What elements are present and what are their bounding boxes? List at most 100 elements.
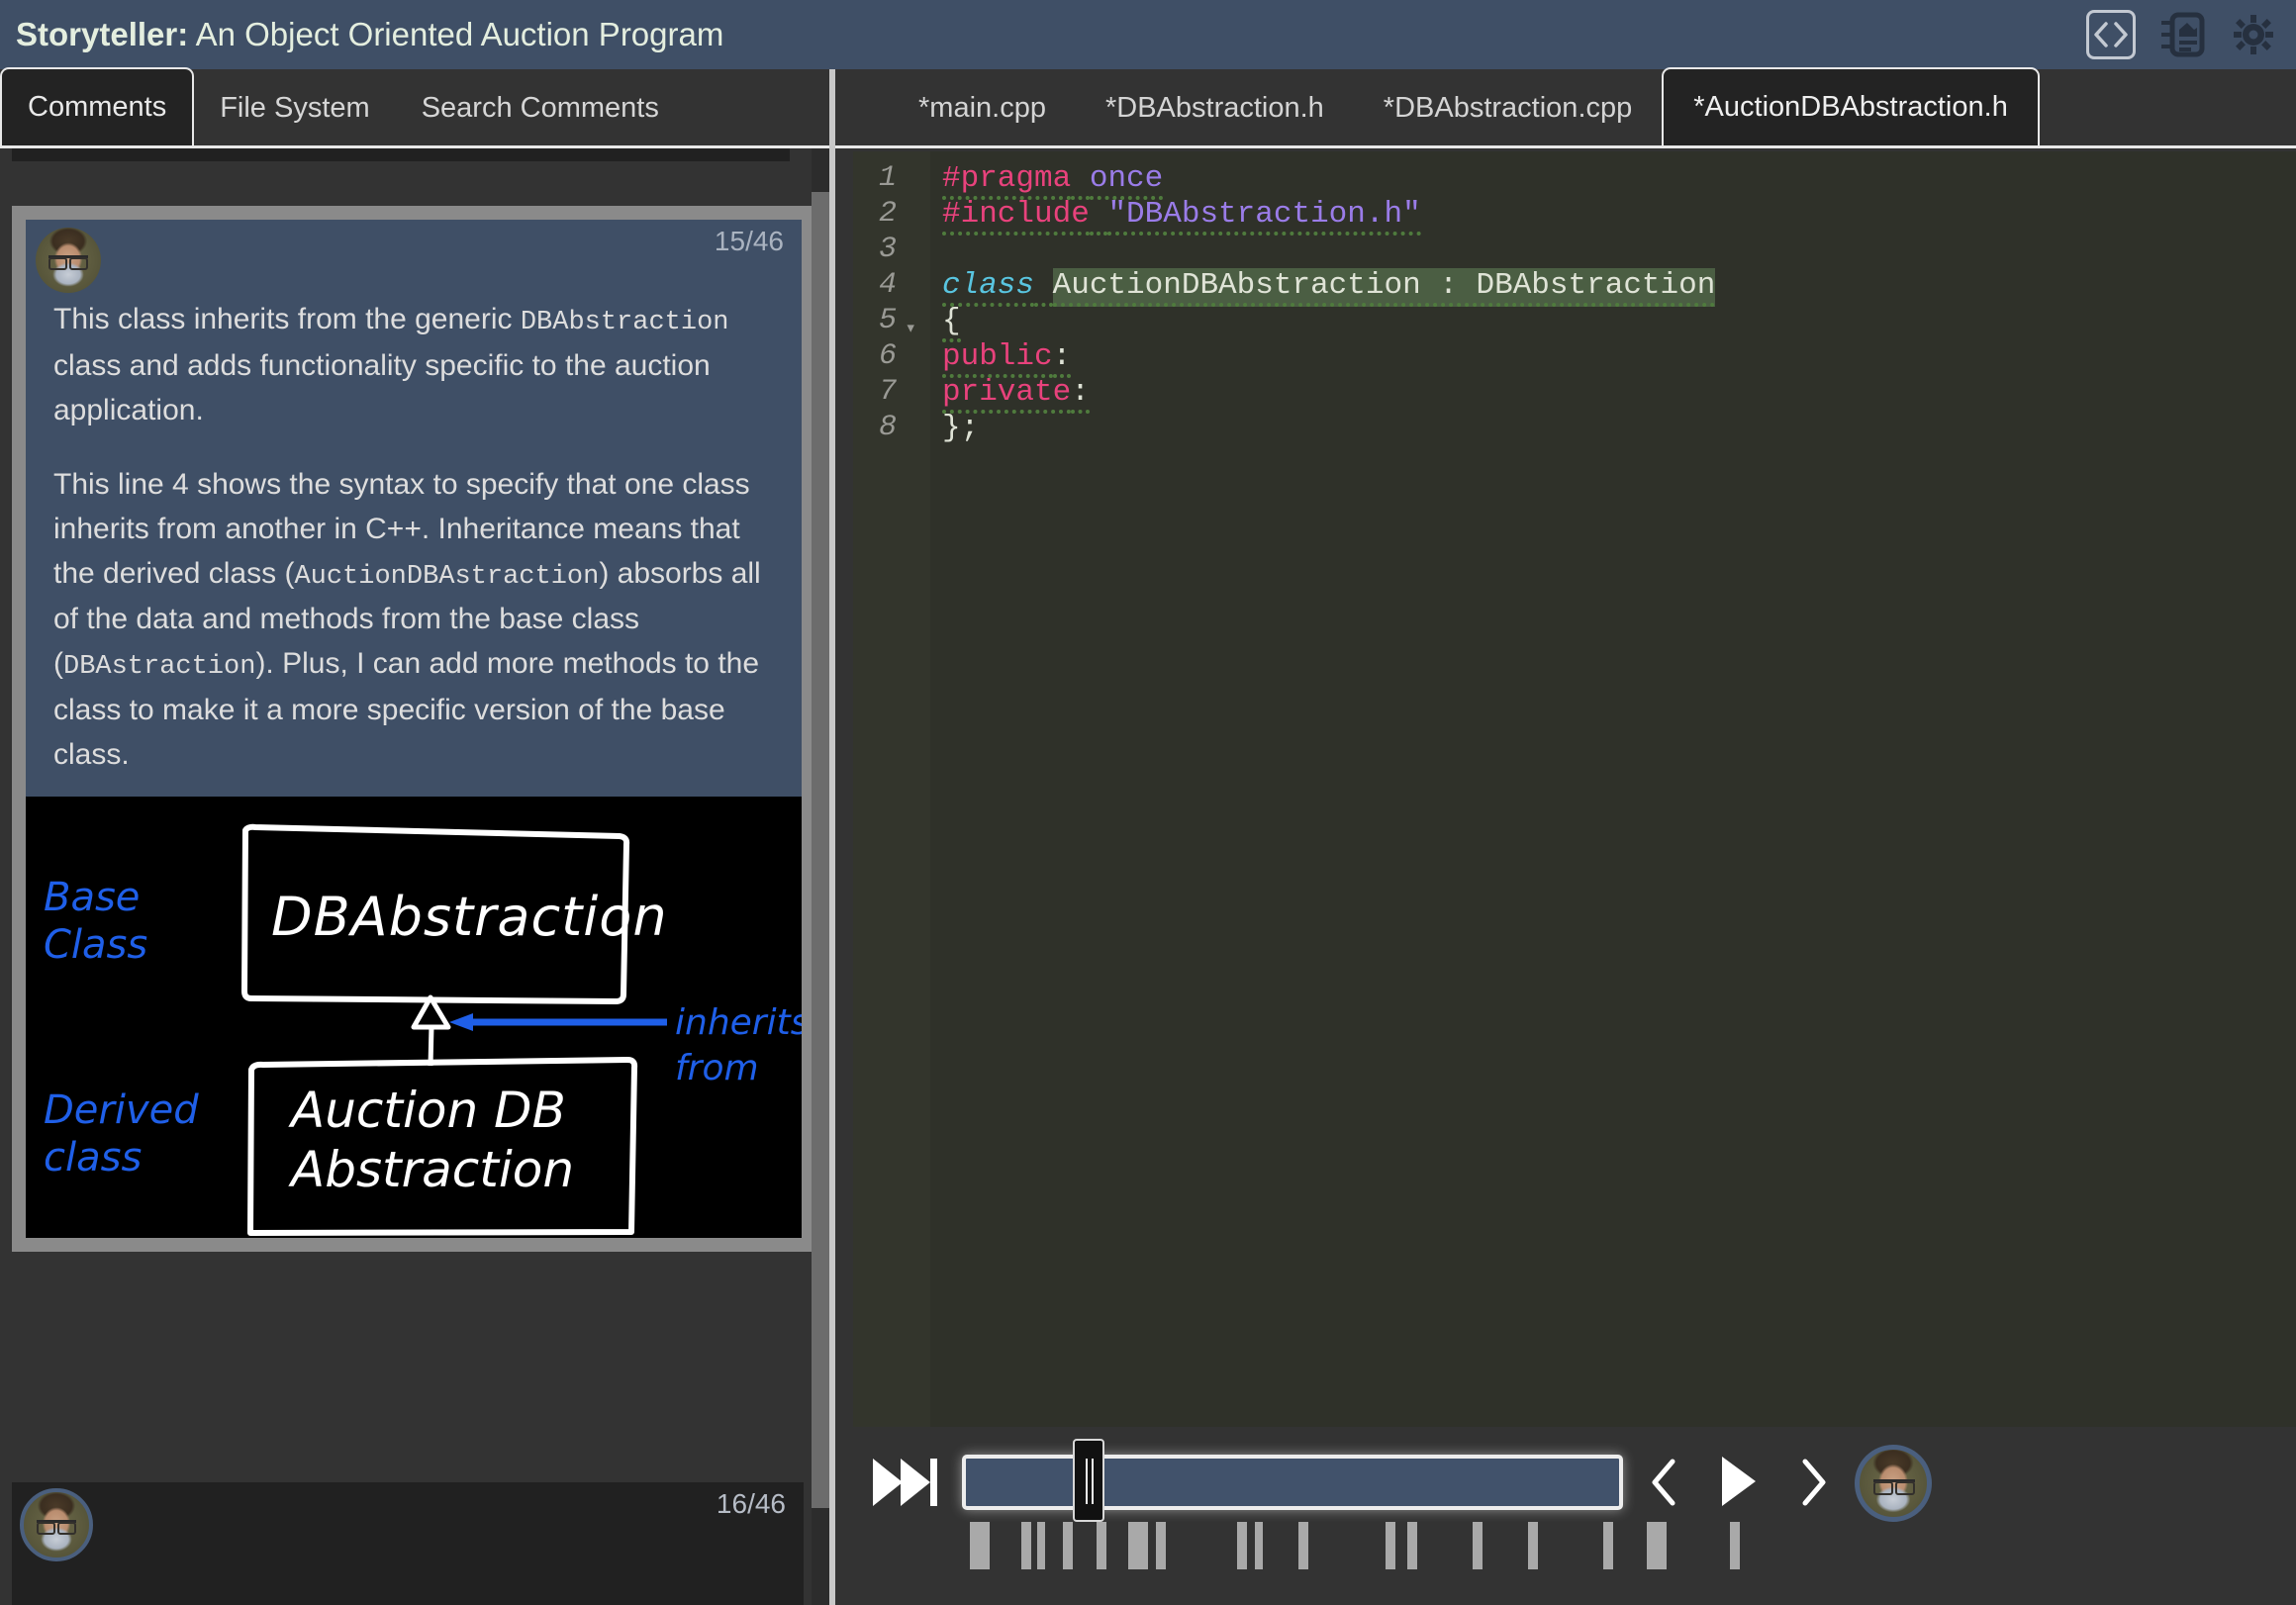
code-line[interactable]: }; — [942, 411, 979, 445]
comment-counter: 15/46 — [714, 226, 784, 256]
comment-card-header: 15/46 — [26, 220, 802, 297]
left-panel: Comments File System Search Comments 15/… — [0, 67, 829, 1605]
comment-list[interactable]: 15/46 This class inherits from the gener… — [0, 148, 829, 1605]
comment-card-header: 16/46 — [12, 1482, 804, 1561]
right-panel: *main.cpp *DBAbstraction.h *DBAbstractio… — [835, 67, 2296, 1605]
code-token — [1034, 268, 1053, 307]
comment-card-previous-partial[interactable] — [12, 148, 790, 161]
svg-text:Class: Class — [44, 922, 147, 968]
avatar — [36, 228, 101, 293]
timeline-tick — [1237, 1522, 1247, 1569]
code-token: class — [942, 268, 1035, 307]
comment-list-scrollbar[interactable] — [812, 148, 829, 1605]
line-number: 7 — [878, 375, 897, 409]
scrollbar-thumb[interactable] — [812, 192, 829, 1508]
code-token: AuctionDBAbstraction : DBAbstraction — [1052, 268, 1716, 307]
timeline-tick — [1528, 1522, 1538, 1569]
project-title: An Object Oriented Auction Program — [195, 16, 724, 52]
gear-icon[interactable] — [2229, 10, 2278, 59]
code-editor[interactable]: 1 2 3 4 5 ▾ 6 7 8 #pragma once #include "DBAbstra… — [853, 151, 2296, 1427]
tab-auctiondbabstraction-h[interactable]: *AuctionDBAbstraction.h — [1662, 67, 2040, 145]
text-run: class and adds functionality specific to… — [53, 348, 711, 426]
code-token: private — [942, 375, 1072, 414]
inline-code: DBAstraction — [63, 652, 256, 682]
step-back-button[interactable] — [1647, 1459, 1682, 1506]
timeline-tick-marks — [962, 1522, 1740, 1569]
comment-card-selected[interactable]: 15/46 This class inherits from the gener… — [12, 206, 815, 1252]
line-number: 8 — [878, 411, 897, 444]
playback-bar — [835, 1427, 2296, 1605]
line-number: 1 — [878, 161, 897, 195]
tab-dbabstraction-h-label: *DBAbstraction.h — [1104, 91, 1324, 124]
timeline-tick — [1255, 1522, 1263, 1569]
left-tab-bar: Comments File System Search Comments — [0, 67, 829, 148]
timeline-tick — [1407, 1522, 1417, 1569]
timeline-tick — [1097, 1522, 1106, 1569]
tab-search-comments[interactable]: Search Comments — [396, 70, 685, 145]
titlebar-actions — [2086, 0, 2278, 69]
avatar — [20, 1488, 93, 1561]
line-number-gutter: 1 2 3 4 5 ▾ 6 7 8 — [853, 151, 930, 1427]
tab-main-cpp[interactable]: *main.cpp — [889, 70, 1076, 145]
timeline-tick — [1128, 1522, 1148, 1569]
svg-text:Derived: Derived — [44, 1087, 199, 1133]
timeline-thumb[interactable] — [1073, 1439, 1104, 1522]
play-button[interactable] — [1716, 1455, 1760, 1508]
timeline-slider[interactable] — [962, 1439, 1623, 1522]
comment-card-next[interactable]: 16/46 — [12, 1482, 804, 1605]
code-view-icon[interactable] — [2086, 10, 2136, 59]
svg-text:DBAbstraction: DBAbstraction — [271, 886, 668, 948]
inline-code: DBAbstraction — [520, 308, 729, 337]
line-number: 5 — [878, 304, 897, 337]
code-line[interactable]: #include "DBAbstraction.h" — [942, 197, 1421, 236]
code-token: : — [1071, 375, 1090, 414]
inline-code: AuctionDBAstraction — [294, 561, 600, 592]
step-forward-button[interactable] — [1795, 1459, 1831, 1506]
tab-file-system[interactable]: File System — [194, 70, 395, 145]
comment-text: This class inherits from the generic DBA… — [26, 297, 802, 797]
tab-dbabstraction-cpp[interactable]: *DBAbstraction.cpp — [1354, 70, 1662, 145]
timeline-tick — [1156, 1522, 1166, 1569]
whiteboard-drawing[interactable]: DBAbstraction Auction DB Abstraction inh… — [26, 796, 802, 1238]
code-token: "DBAbstraction.h" — [1107, 197, 1421, 236]
code-token: : — [1052, 339, 1072, 378]
code-token: once — [1089, 161, 1164, 200]
line-number: 2 — [878, 197, 897, 231]
timeline-tick — [1298, 1522, 1308, 1569]
code-token: #include — [942, 197, 1090, 236]
code-fold-icon[interactable]: ▾ — [906, 317, 916, 339]
code-line[interactable]: private: — [942, 375, 1090, 414]
tab-dbabstraction-cpp-label: *DBAbstraction.cpp — [1383, 91, 1633, 124]
title-bar: Storyteller: An Object Oriented Auction … — [0, 0, 2296, 69]
tab-search-comments-label: Search Comments — [421, 91, 659, 124]
timeline-tick — [970, 1522, 990, 1569]
timeline-tick — [1603, 1522, 1613, 1569]
author-avatar[interactable] — [1855, 1445, 1932, 1522]
tab-comments-label: Comments — [28, 91, 167, 123]
svg-text:from: from — [675, 1048, 759, 1088]
timeline-tick — [1021, 1522, 1031, 1569]
page-title: Storyteller: An Object Oriented Auction … — [16, 16, 723, 53]
comment-counter: 16/46 — [716, 1488, 786, 1519]
timeline-track[interactable] — [962, 1455, 1623, 1510]
tab-dbabstraction-h[interactable]: *DBAbstraction.h — [1076, 70, 1354, 145]
timeline-tick — [1730, 1522, 1740, 1569]
media-notes-icon[interactable] — [2157, 10, 2207, 59]
app-name: Storyteller: — [16, 16, 189, 52]
comment-paragraph: This line 4 shows the syntax to specify … — [53, 462, 774, 777]
tab-comments[interactable]: Comments — [0, 67, 195, 145]
timeline-tick — [1063, 1522, 1073, 1569]
code-line[interactable]: public: — [942, 339, 1072, 378]
code-token: public — [942, 339, 1053, 378]
code-line[interactable]: class AuctionDBAbstraction : DBAbstracti… — [942, 268, 1716, 307]
svg-text:inherits: inherits — [675, 1002, 802, 1043]
skip-to-end-button[interactable] — [871, 1457, 940, 1508]
tab-file-system-label: File System — [220, 91, 370, 124]
code-line[interactable]: { — [942, 304, 961, 342]
timeline-tick — [1473, 1522, 1483, 1569]
svg-text:Base: Base — [44, 875, 140, 920]
svg-text:Auction DB: Auction DB — [288, 1082, 566, 1139]
editor-tab-bar: *main.cpp *DBAbstraction.h *DBAbstractio… — [835, 67, 2296, 148]
tab-auctiondbabstraction-h-label: *AuctionDBAbstraction.h — [1693, 91, 2008, 123]
code-line[interactable]: #pragma once — [942, 161, 1164, 200]
